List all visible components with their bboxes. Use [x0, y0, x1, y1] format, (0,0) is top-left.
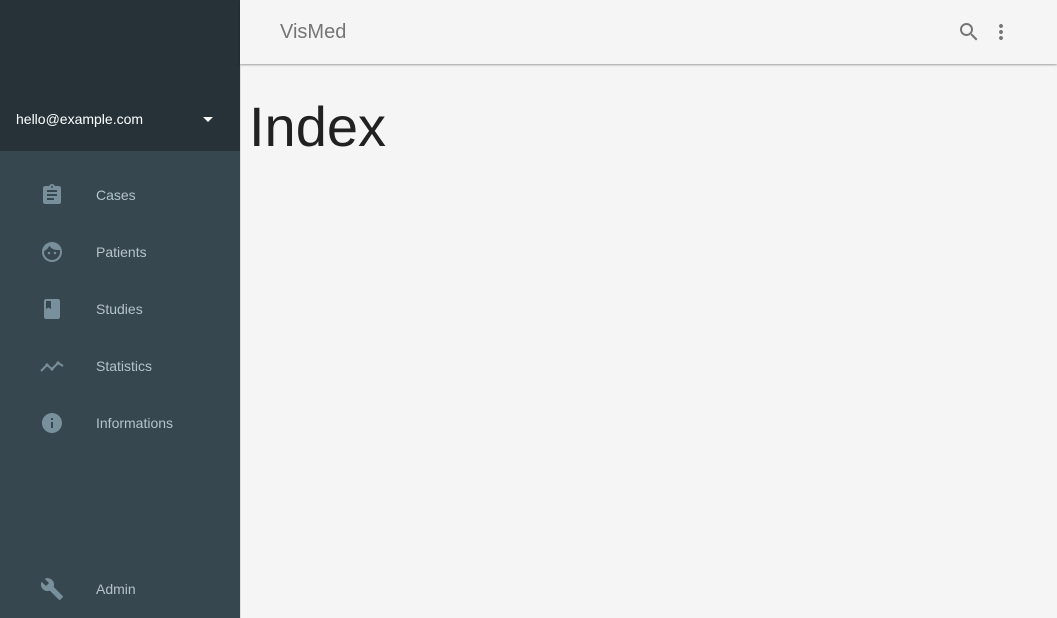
- wrench-icon: [40, 577, 64, 601]
- search-icon[interactable]: [957, 20, 981, 44]
- account-email: hello@example.com: [16, 111, 144, 127]
- sidebar-item-label: Statistics: [96, 358, 153, 374]
- page-title: Index: [249, 95, 386, 158]
- drawer-header: hello@example.com: [0, 0, 240, 151]
- sidebar-item-label: Admin: [96, 581, 136, 597]
- top-app-bar: VisMed: [240, 0, 1057, 64]
- sidebar-item-label: Studies: [96, 301, 143, 317]
- sidebar-item-label: Cases: [96, 187, 136, 203]
- app-title: VisMed: [280, 21, 347, 43]
- sidebar-item-studies[interactable]: Studies: [0, 285, 240, 333]
- trending-icon: [40, 354, 64, 378]
- sidebar-item-informations[interactable]: Informations: [0, 399, 240, 447]
- clipboard-icon: [40, 183, 64, 207]
- sidebar-item-statistics[interactable]: Statistics: [0, 342, 240, 390]
- arrow-drop-down-icon[interactable]: [203, 117, 213, 122]
- sidebar: hello@example.com Cases Patients Studies: [0, 0, 240, 618]
- sidebar-item-admin[interactable]: Admin: [0, 565, 240, 613]
- more-vert-icon[interactable]: [989, 20, 1013, 44]
- face-icon: [40, 240, 64, 264]
- sidebar-item-cases[interactable]: Cases: [0, 171, 240, 219]
- main-content: Index: [240, 64, 1057, 618]
- account-dropdown[interactable]: hello@example.com: [0, 101, 240, 137]
- info-icon: [40, 411, 64, 435]
- sidebar-item-label: Patients: [96, 244, 147, 260]
- app-root: hello@example.com Cases Patients Studies: [0, 0, 1057, 618]
- sidebar-item-patients[interactable]: Patients: [0, 228, 240, 276]
- book-icon: [40, 297, 64, 321]
- sidebar-item-label: Informations: [96, 415, 174, 431]
